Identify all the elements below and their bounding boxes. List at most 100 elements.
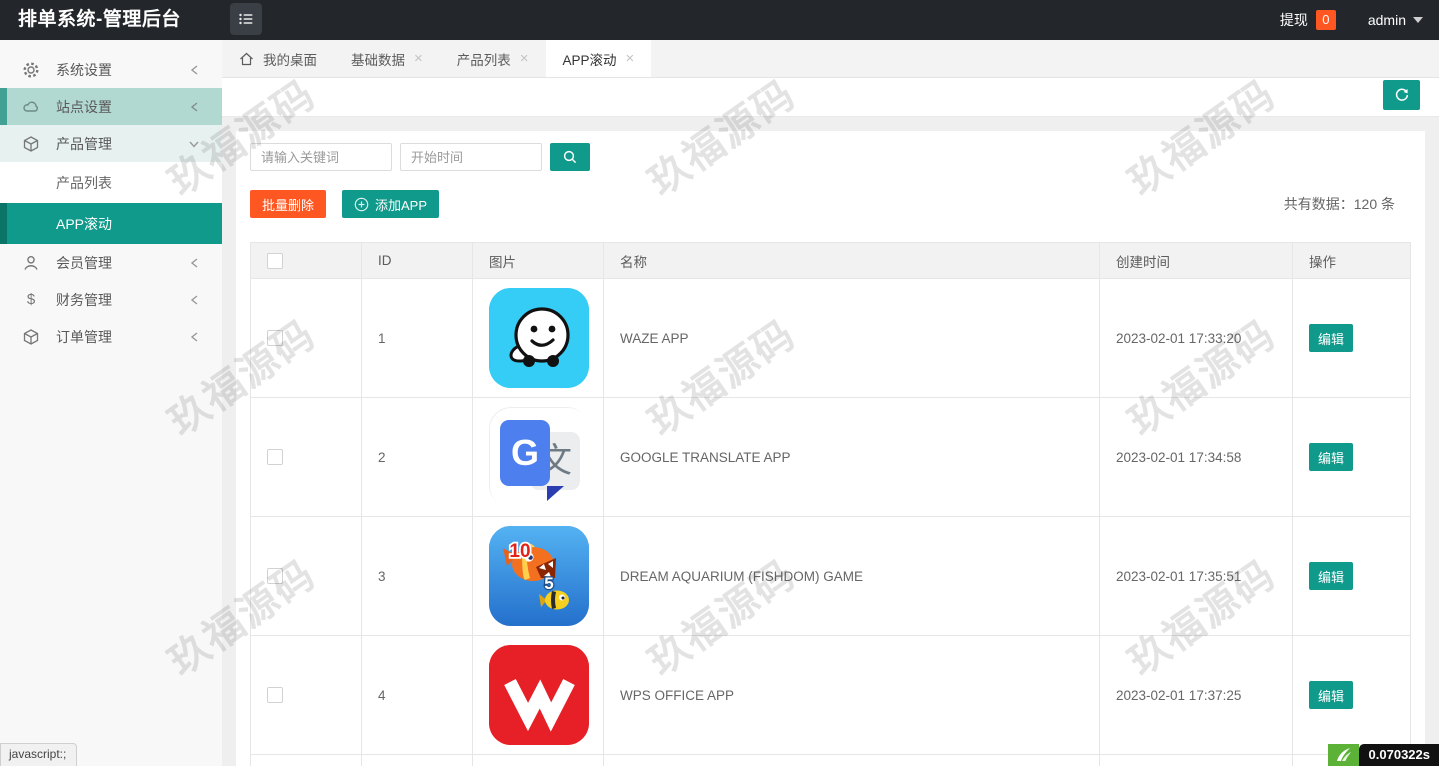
cube-icon: [22, 135, 40, 153]
fishdom-game-icon: 10 5: [489, 526, 589, 626]
thinkphp-trace-icon[interactable]: [1327, 744, 1359, 766]
table-header-row: ID 图片 名称 创建时间 操作: [250, 242, 1411, 279]
google-translate-app-icon: 文 G: [489, 407, 590, 508]
chevron-left-icon: [190, 294, 200, 306]
svg-text:G: G: [511, 432, 539, 473]
sidebar-toggle-button[interactable]: [230, 3, 262, 35]
sidebar-item-member-management[interactable]: 会员管理: [0, 244, 222, 281]
tab-basic-data[interactable]: 基础数据 ×: [334, 40, 440, 77]
close-icon[interactable]: ×: [626, 51, 635, 66]
cell-name: WPS OFFICE APP: [603, 635, 1100, 755]
svg-text:10: 10: [509, 541, 530, 562]
top-header: 排单系统-管理后台 提现 0 admin: [0, 0, 1439, 40]
content-card: 批量删除 添加APP 共有数据：120 条 ID 图片 名称 创建时间 操作: [236, 131, 1425, 766]
add-app-button[interactable]: 添加APP: [342, 190, 440, 218]
chevron-left-icon: [190, 64, 200, 76]
table-row: 4 WPS OFFICE APP 2023-02-01 17:37:25 编辑: [250, 635, 1411, 755]
cell-id: 2: [361, 397, 473, 517]
chevron-left-icon: [190, 331, 200, 343]
tab-label: 我的桌面: [263, 52, 317, 68]
sidebar-item-finance-management[interactable]: $ 财务管理: [0, 281, 222, 318]
cloud-icon: [22, 98, 40, 116]
app-table: ID 图片 名称 创建时间 操作 1 WAZE APP 2023-02-01 1…: [250, 242, 1411, 766]
edit-button[interactable]: 编辑: [1309, 324, 1353, 352]
column-header-created: 创建时间: [1099, 242, 1293, 279]
table-row: 3 10 5 DREAM AQUARIUM (FISHDOM) GAME 202…: [250, 516, 1411, 636]
cell-name: GOOGLE TRANSLATE APP: [603, 397, 1100, 517]
tab-app-scroll[interactable]: APP滚动 ×: [545, 40, 652, 77]
refresh-button[interactable]: [1383, 80, 1420, 110]
close-icon[interactable]: ×: [414, 51, 423, 66]
svg-text:5: 5: [544, 574, 553, 593]
tab-label: 产品列表: [456, 52, 511, 68]
sidebar-item-label: 产品列表: [56, 174, 112, 191]
cell-created: 2023-02-01 17:35:51: [1099, 516, 1293, 636]
page-toolbar: [222, 78, 1439, 117]
withdraw-link[interactable]: 提现 0: [1280, 10, 1336, 30]
edit-button[interactable]: 编辑: [1309, 443, 1353, 471]
edit-button[interactable]: 编辑: [1309, 562, 1353, 590]
row-checkbox[interactable]: [267, 568, 283, 584]
sidebar-item-product-management[interactable]: 产品管理: [0, 125, 222, 162]
start-time-input[interactable]: [400, 143, 542, 171]
wps-office-app-icon: [489, 645, 589, 745]
dollar-icon: $: [26, 291, 36, 308]
waze-app-icon: [489, 288, 589, 388]
keyword-input[interactable]: [250, 143, 392, 171]
cell-name: WAZE APP: [603, 278, 1100, 398]
username-label: admin: [1367, 12, 1406, 28]
sidebar-item-label: 系统设置: [56, 61, 112, 78]
chevron-left-icon: [190, 101, 200, 113]
sidebar-subitem-app-scroll[interactable]: APP滚动: [0, 203, 222, 244]
add-app-label: 添加APP: [375, 197, 428, 213]
tab-my-desktop[interactable]: 我的桌面: [222, 40, 334, 77]
close-icon[interactable]: ×: [520, 51, 529, 66]
plus-circle-icon: [354, 197, 369, 212]
sidebar-item-site-settings[interactable]: 站点设置: [0, 88, 222, 125]
user-menu[interactable]: admin: [1368, 12, 1423, 28]
sidebar-subitem-product-list[interactable]: 产品列表: [0, 162, 222, 203]
cell-created: 2023-02-01 17:34:58: [1099, 397, 1293, 517]
cube-icon: [22, 328, 40, 346]
search-button[interactable]: [550, 143, 590, 171]
select-all-checkbox[interactable]: [267, 252, 283, 269]
caret-down-icon: [1413, 17, 1423, 23]
total-count-label: 共有数据：120 条: [1283, 196, 1395, 212]
cell-created: 2023-02-01 17:33:20: [1099, 278, 1293, 398]
row-checkbox[interactable]: [267, 330, 283, 346]
edit-button[interactable]: 编辑: [1309, 681, 1353, 709]
app-title: 排单系统-管理后台: [18, 9, 181, 30]
sidebar-item-label: APP滚动: [56, 215, 113, 232]
row-checkbox[interactable]: [267, 449, 283, 465]
user-icon: [22, 254, 40, 272]
withdraw-badge: 0: [1315, 10, 1336, 30]
column-header-action: 操作: [1292, 242, 1411, 279]
cell-created: 2023-02-01 17:37:25: [1099, 635, 1293, 755]
column-header-image: 图片: [472, 242, 604, 279]
chevron-left-icon: [190, 257, 200, 269]
main-area: 我的桌面 基础数据 × 产品列表 × APP滚动 × 请输入关键词 开始时间 批…: [222, 40, 1439, 766]
sidebar-item-system-settings[interactable]: 系统设置: [0, 51, 222, 88]
sidebar-item-order-management[interactable]: 订单管理: [0, 318, 222, 355]
row-checkbox[interactable]: [267, 687, 283, 703]
action-row: 批量删除 添加APP 共有数据：120 条: [250, 190, 1411, 218]
tab-bar: 我的桌面 基础数据 × 产品列表 × APP滚动 ×: [222, 40, 1439, 78]
batch-delete-button[interactable]: 批量删除: [250, 190, 327, 218]
table-row: 1 WAZE APP 2023-02-01 17:33:20 编辑: [250, 278, 1411, 398]
menu-list-icon: [237, 10, 255, 28]
cell-id: 1: [361, 278, 473, 398]
withdraw-label: 提现: [1279, 12, 1308, 28]
sidebar: 系统设置 站点设置 产品管理 产品列表 APP滚动 会员管理 $ 财务管理 订单…: [0, 40, 222, 766]
cell-id: 3: [361, 516, 473, 636]
page-load-time: 0.070322s: [1358, 744, 1439, 766]
column-header-id: ID: [361, 242, 473, 279]
sidebar-item-label: 订单管理: [56, 328, 112, 345]
sidebar-item-label: 站点设置: [56, 98, 112, 115]
search-icon: [562, 149, 578, 165]
search-row: [250, 143, 1411, 171]
column-header-name: 名称: [603, 242, 1100, 279]
sidebar-item-label: 财务管理: [56, 291, 112, 308]
home-icon: [239, 52, 254, 66]
cell-id: 4: [361, 635, 473, 755]
tab-product-list[interactable]: 产品列表 ×: [440, 40, 546, 77]
